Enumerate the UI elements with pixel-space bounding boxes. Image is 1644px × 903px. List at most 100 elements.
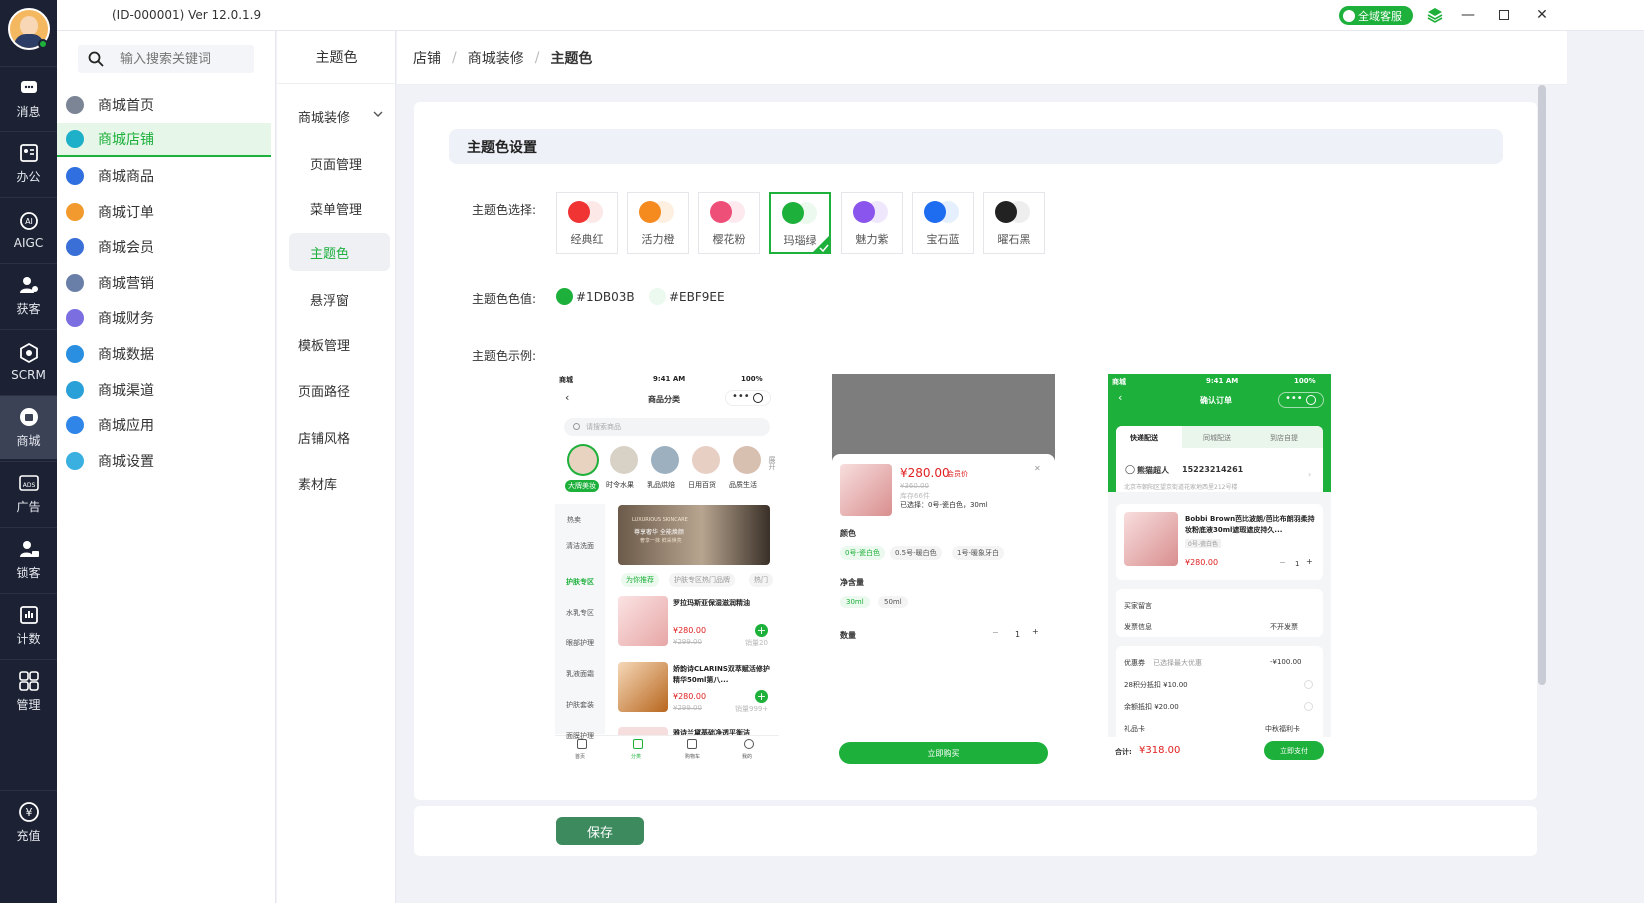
title-bar: (ID-000001) Ver 12.0.1.9 全域客服 — ✕ xyxy=(57,0,1644,31)
rail-label: AIGC xyxy=(13,235,44,250)
coupon-note: 已选择最大优惠 xyxy=(1153,659,1202,667)
order-product-image xyxy=(1124,512,1178,566)
submenu-shop-style[interactable]: 店铺风格 xyxy=(298,428,350,447)
light-color-value: #EBF9EE xyxy=(669,290,725,304)
submenu-page-path[interactable]: 页面路径 xyxy=(298,381,350,400)
rail-item-6[interactable]: ADS 广告 xyxy=(0,461,57,525)
theme-swatch-4[interactable]: 魅力紫 xyxy=(841,192,903,254)
rail-item-4[interactable]: SCRM xyxy=(0,329,57,393)
rail-item-0[interactable]: 消息 xyxy=(0,66,57,130)
menu-item-finance[interactable]: 商城财务 xyxy=(57,301,271,335)
rail-item-2[interactable]: AI AIGC xyxy=(0,197,57,261)
p1-product2-old: ¥299.00 xyxy=(673,704,702,712)
color-option: 0号-瓷白色 xyxy=(840,546,885,560)
rail-label: 管理 xyxy=(16,698,41,712)
p1-product2-sales: 销量999+ xyxy=(735,705,769,713)
sub-menu: 主题色 商城装修 页面管理 菜单管理 主题色 悬浮窗 模板管理 页面路径 店铺风… xyxy=(277,31,396,903)
check-icon xyxy=(812,235,830,253)
menu-item-channel[interactable]: 商城渠道 xyxy=(57,373,271,407)
theme-example-label: 主题色示例: xyxy=(472,349,537,363)
side-nav-item: 热卖 xyxy=(567,516,581,524)
close-icon[interactable]: ✕ xyxy=(1533,6,1551,24)
p1-carrier: 商城 xyxy=(559,376,573,384)
banner-line1: LUXURIOUS SKINCARE xyxy=(632,517,688,523)
submenu-menu-manage[interactable]: 菜单管理 xyxy=(310,199,362,218)
customer-service-button[interactable]: 全域客服 xyxy=(1339,6,1413,25)
location-icon: ◯ xyxy=(1125,465,1136,475)
layers-icon[interactable] xyxy=(1426,6,1444,24)
submenu-title: 主题色 xyxy=(277,31,396,84)
rail-item-1[interactable]: 办公 xyxy=(0,131,57,195)
submenu-group-decoration[interactable]: 商城装修 xyxy=(298,107,350,126)
rail-item-7[interactable]: 锁客 xyxy=(0,527,57,591)
p1-product2-price: ¥280.00 xyxy=(673,692,707,701)
rail-item-3[interactable]: 获客 xyxy=(0,263,57,327)
menu-search[interactable] xyxy=(78,45,254,73)
category-label: 乳品烘焙 xyxy=(647,481,675,489)
search-input[interactable] xyxy=(120,51,240,67)
menu-item-bag[interactable]: 商城商品 xyxy=(57,159,271,193)
menu-item-data[interactable]: 商城数据 xyxy=(57,337,271,371)
ai-icon: AI xyxy=(19,211,38,230)
sku-image xyxy=(840,464,892,516)
plus-icon: + xyxy=(1032,627,1039,636)
chevron-down-icon[interactable] xyxy=(373,111,383,117)
p3-title: 确认订单 xyxy=(1200,396,1232,405)
maximize-icon[interactable] xyxy=(1495,6,1513,24)
theme-swatch-2[interactable]: 樱花粉 xyxy=(698,192,760,254)
color-label: 颜色 xyxy=(840,529,856,538)
qty-value: 1 xyxy=(1015,630,1021,639)
channel-icon xyxy=(66,381,84,399)
content-scrollbar[interactable] xyxy=(1538,85,1546,685)
submenu-page-manage[interactable]: 页面管理 xyxy=(310,154,362,173)
buy-now-button: 立即购买 xyxy=(839,742,1048,764)
tabbar-label: 我的 xyxy=(742,754,753,760)
filter-tab: 热门 xyxy=(749,573,773,587)
submenu-theme-color[interactable]: 主题色 xyxy=(289,233,390,271)
section-title: 主题色设置 xyxy=(449,129,1503,164)
rail-label: 消息 xyxy=(16,105,41,119)
p1-product1-price: ¥280.00 xyxy=(673,626,707,635)
menu-item-app[interactable]: 商城应用 xyxy=(57,408,271,442)
breadcrumb-decoration[interactable]: 商城装修 xyxy=(468,48,524,68)
coupon-label: 优惠券 xyxy=(1124,659,1145,667)
p1-battery: 100% xyxy=(741,375,763,383)
rail-item-8[interactable]: 计数 xyxy=(0,593,57,657)
theme-swatch-5[interactable]: 宝石蓝 xyxy=(912,192,974,254)
submenu-material-library[interactable]: 素材库 xyxy=(298,474,337,493)
theme-select-label: 主题色选择: xyxy=(472,203,537,217)
theme-swatch-1[interactable]: 活力橙 xyxy=(627,192,689,254)
theme-swatch-3[interactable]: 玛瑙绿 xyxy=(769,192,831,254)
swatch-name: 经典红 xyxy=(570,233,604,246)
points-radio xyxy=(1304,680,1313,689)
menu-item-marketing[interactable]: 商城营销 xyxy=(57,266,271,300)
p1-banner: LUXURIOUS SKINCARE 尊享奢华 全能焕颜 奢享一抹 鲜采焕亮 xyxy=(618,505,770,565)
balance-radio xyxy=(1304,702,1313,711)
menu-item-home[interactable]: 商城首页 xyxy=(57,88,271,122)
theme-swatch-6[interactable]: 曜石黑 xyxy=(983,192,1045,254)
p1-product1-sales: 销量20 xyxy=(745,639,768,647)
rail-item-5[interactable]: 商城 xyxy=(0,395,57,459)
minimize-icon[interactable]: — xyxy=(1459,6,1477,24)
rail-item-10[interactable]: ¥ 充值 xyxy=(0,790,57,854)
submenu-floating-window[interactable]: 悬浮窗 xyxy=(310,290,349,309)
settings-icon xyxy=(66,452,84,470)
side-nav-item: 水乳专区 xyxy=(566,609,594,617)
svg-text:¥: ¥ xyxy=(25,806,32,819)
p3-carrier: 商城 xyxy=(1112,378,1126,386)
menu-item-shop[interactable]: 商城店铺 xyxy=(57,123,271,157)
theme-swatch-0[interactable]: 经典红 xyxy=(556,192,618,254)
receiver-address: 北京市朝阳区望京街道花家地西里212号楼 xyxy=(1124,484,1238,491)
submenu-template-manage[interactable]: 模板管理 xyxy=(298,335,350,354)
rail-label: 计数 xyxy=(16,632,41,646)
breadcrumb-shop[interactable]: 店铺 xyxy=(413,48,441,68)
menu-item-member[interactable]: 商城会员 xyxy=(57,230,271,264)
preview-category-page: 商城 9:41 AM 100% ‹ 商品分类 ••• 请搜索商品 展开 LUXU… xyxy=(555,372,779,765)
sku-tag: 会员价 xyxy=(947,470,968,478)
save-button[interactable]: 保存 xyxy=(556,817,644,845)
rail-item-9[interactable]: 管理 xyxy=(0,659,57,723)
swatch-main-dot xyxy=(924,201,946,223)
menu-item-order[interactable]: 商城订单 xyxy=(57,195,271,229)
total-label: 合计: xyxy=(1115,748,1132,756)
menu-item-settings[interactable]: 商城设置 xyxy=(57,444,271,478)
